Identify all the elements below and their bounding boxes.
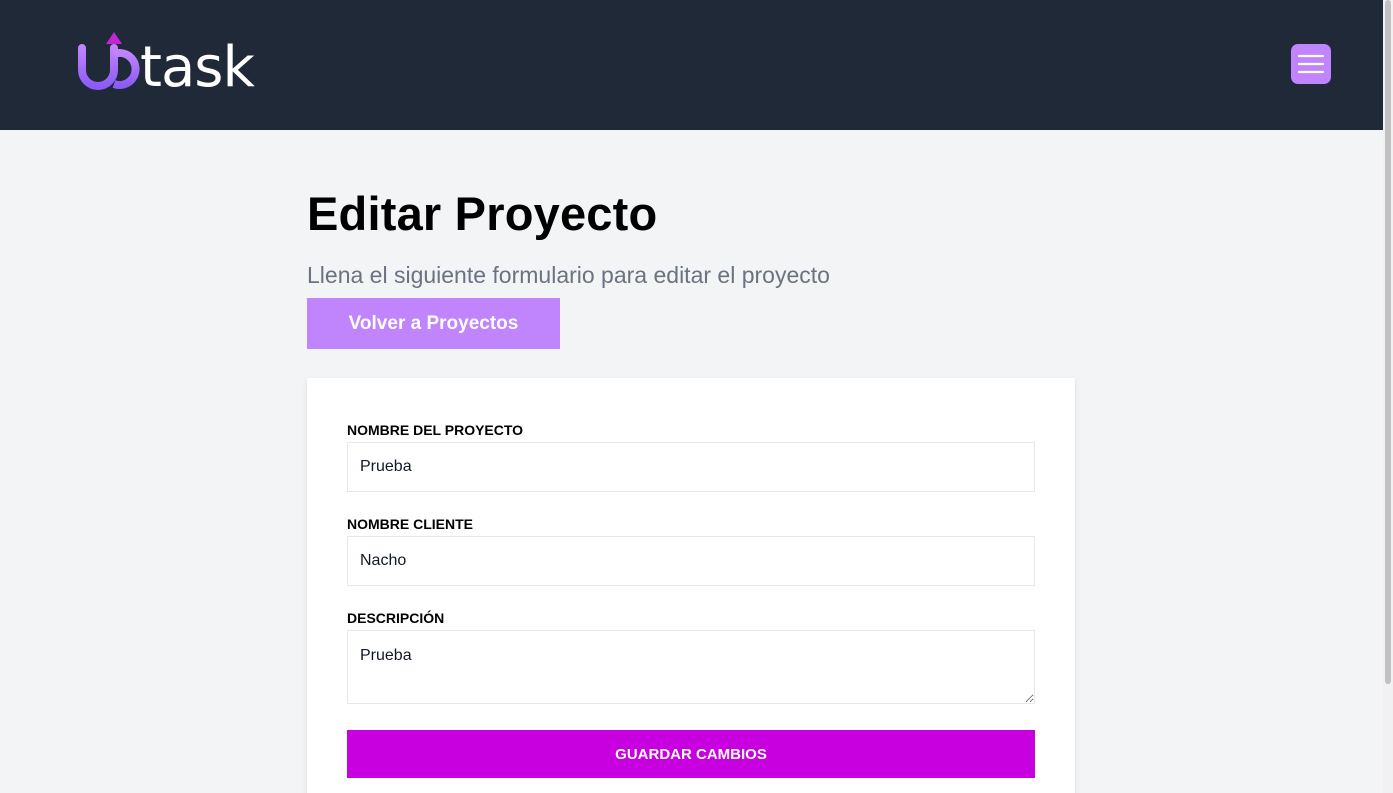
menu-button[interactable] — [1291, 44, 1331, 84]
top-header: uptask task — [0, 0, 1383, 130]
scrollbar-thumb[interactable] — [1385, 0, 1391, 684]
page-subtitle: Llena el siguiente formulario para edita… — [307, 262, 830, 288]
save-changes-button[interactable]: Guardar Cambios — [347, 730, 1035, 778]
svg-text:task: task — [140, 35, 255, 100]
edit-project-form: Nombre del Proyecto Nombre Cliente Descr… — [307, 378, 1075, 793]
back-to-projects-button[interactable]: Volver a Proyectos — [307, 298, 560, 349]
project-name-input[interactable] — [347, 442, 1035, 492]
client-name-label: Nombre Cliente — [347, 516, 473, 532]
hamburger-menu-icon — [1297, 54, 1325, 74]
description-label: Descripción — [347, 610, 445, 626]
app-viewport: uptask task — [0, 0, 1383, 793]
page-scrollbar[interactable] — [1383, 0, 1393, 793]
description-textarea[interactable]: Prueba — [347, 630, 1035, 704]
project-name-label: Nombre del Proyecto — [347, 422, 524, 438]
uptask-logo[interactable]: uptask task — [78, 28, 288, 104]
client-name-input[interactable] — [347, 536, 1035, 586]
page-title: Editar Proyecto — [307, 187, 658, 240]
